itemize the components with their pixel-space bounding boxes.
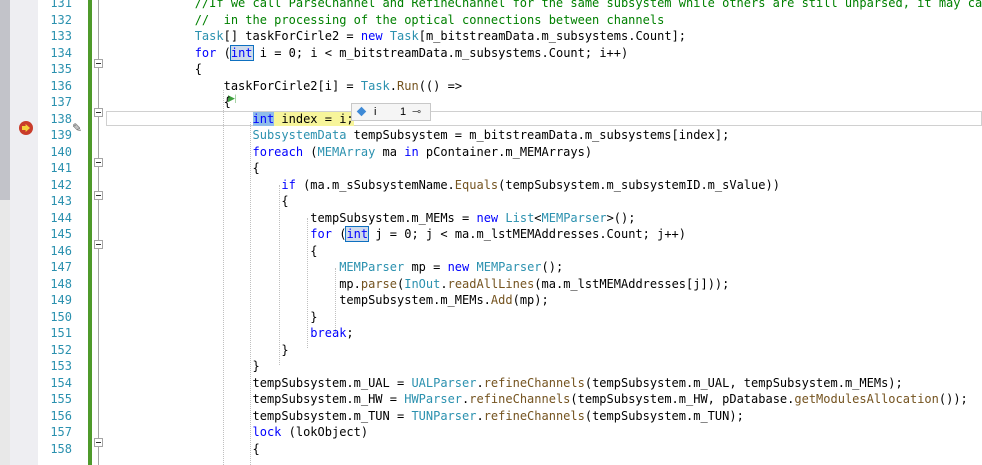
line-number: 136: [50, 78, 72, 93]
code-line-158[interactable]: 158 {: [0, 441, 982, 458]
line-number: 157: [50, 425, 72, 439]
code-text[interactable]: tempSubsystem.m_TUN = TUNParser.refineCh…: [108, 408, 743, 425]
code-text[interactable]: MEMParser mp = new MEMParser();: [108, 259, 563, 276]
code-line-155[interactable]: 155 tempSubsystem.m_HW = HWParser.refine…: [0, 391, 982, 408]
datatip-value[interactable]: 1: [400, 106, 406, 118]
code-text[interactable]: for (int i = 0; i < m_bitstreamData.m_su…: [108, 44, 628, 62]
code-line-137[interactable]: 137 {: [0, 94, 982, 111]
line-number: 155: [50, 392, 72, 406]
line-number: 147: [50, 260, 72, 274]
line-number: 134: [50, 45, 72, 60]
code-text[interactable]: int index = i;: [108, 111, 354, 128]
code-text[interactable]: }: [108, 342, 288, 359]
line-number: 146: [50, 243, 72, 258]
code-line-144[interactable]: 144 tempSubsystem.m_MEMs = new List<MEMP…: [0, 210, 982, 227]
code-text[interactable]: tempSubsystem.m_MEMs.Add(mp);: [108, 292, 549, 309]
line-number: 151: [50, 326, 72, 340]
code-line-145[interactable]: 145 for (int j = 0; j < ma.m_lstMEMAddre…: [0, 226, 982, 243]
line-number: 153: [50, 359, 72, 373]
code-text[interactable]: {: [108, 441, 259, 458]
line-number: 138: [50, 111, 72, 126]
line-number: 149: [50, 293, 72, 307]
code-text[interactable]: SubsystemData tempSubsystem = m_bitstrea…: [108, 127, 730, 144]
code-line-156[interactable]: 156 tempSubsystem.m_TUN = TUNParser.refi…: [0, 408, 982, 425]
line-number: 141: [50, 161, 72, 175]
code-line-135[interactable]: 135 {: [0, 61, 982, 78]
datatip-name: i: [374, 106, 377, 118]
code-line-152[interactable]: 152 }: [0, 342, 982, 359]
code-text[interactable]: foreach (MEMArray ma in pContainer.m_MEM…: [108, 144, 593, 161]
code-line-141[interactable]: 141 {: [0, 160, 982, 177]
code-line-139[interactable]: 139 SubsystemData tempSubsystem = m_bits…: [0, 127, 982, 144]
code-line-157[interactable]: 157 lock (lokObject): [0, 424, 982, 441]
pin-icon[interactable]: ⊸: [412, 105, 421, 118]
line-number: 156: [50, 408, 72, 423]
line-number: 144: [50, 210, 72, 225]
code-line-148[interactable]: 148 mp.parse(InOut.readAllLines(ma.m_lst…: [0, 276, 982, 293]
line-number: 152: [50, 342, 72, 357]
line-number: 140: [50, 144, 72, 159]
code-line-151[interactable]: 151 break;: [0, 325, 982, 342]
code-text[interactable]: {: [108, 243, 317, 260]
code-text[interactable]: tempSubsystem.m_UAL = UALParser.refineCh…: [108, 375, 902, 392]
code-text[interactable]: tempSubsystem.m_HW = HWParser.refineChan…: [108, 391, 967, 408]
code-line-136[interactable]: 136 taskForCirle2[i] = Task.Run(() =>: [0, 78, 982, 95]
variable-icon: [356, 106, 367, 117]
line-number: 154: [50, 375, 72, 390]
code-text[interactable]: {: [108, 193, 288, 210]
code-line-146[interactable]: 146 {: [0, 243, 982, 260]
code-line-143[interactable]: 143 {: [0, 193, 982, 210]
line-number: 139: [50, 128, 72, 142]
code-line-140[interactable]: 140 foreach (MEMArray ma in pContainer.m…: [0, 144, 982, 161]
code-line-142[interactable]: 142 if (ma.m_sSubsystemName.Equals(tempS…: [0, 177, 982, 194]
line-number: 145: [50, 227, 72, 241]
code-line-138[interactable]: 138 int index = i;: [0, 110, 982, 128]
code-text[interactable]: break;: [108, 325, 353, 342]
code-line-132[interactable]: 132 // in the processing of the optical …: [0, 12, 982, 29]
line-number: 137: [50, 95, 72, 109]
code-editor[interactable]: ✎ ▶︎| 131 //If we call ParseChannel and …: [0, 0, 982, 465]
code-text[interactable]: for (int j = 0; j < ma.m_lstMEMAddresses…: [108, 226, 686, 243]
code-text[interactable]: {: [108, 61, 202, 78]
code-text[interactable]: //If we call ParseChannel and RefineChan…: [108, 0, 982, 12]
code-line-153[interactable]: 153 }: [0, 358, 982, 375]
code-text[interactable]: {: [108, 94, 231, 111]
code-text[interactable]: mp.parse(InOut.readAllLines(ma.m_lstMEMA…: [108, 276, 729, 293]
code-text[interactable]: }: [108, 309, 317, 326]
code-text[interactable]: Task[] taskForCirle2 = new Task[m_bitstr…: [108, 28, 686, 45]
code-line-131[interactable]: 131 //If we call ParseChannel and Refine…: [0, 0, 982, 12]
code-line-134[interactable]: 134 for (int i = 0; i < m_bitstreamData.…: [0, 44, 982, 62]
code-text[interactable]: tempSubsystem.m_MEMs = new List<MEMParse…: [108, 210, 635, 227]
line-number: 148: [50, 276, 72, 291]
code-line-133[interactable]: 133 Task[] taskForCirle2 = new Task[m_bi…: [0, 28, 982, 45]
line-number: 131: [50, 0, 72, 10]
datatip[interactable]: i 1 ⊸: [351, 103, 431, 121]
line-number: 135: [50, 62, 72, 76]
code-lines: 131 //If we call ParseChannel and Refine…: [0, 0, 982, 457]
code-line-150[interactable]: 150 }: [0, 309, 982, 326]
line-number: 150: [50, 309, 72, 324]
line-number: 132: [50, 12, 72, 27]
code-text[interactable]: lock (lokObject): [108, 424, 369, 441]
code-text[interactable]: }: [108, 358, 259, 375]
code-text[interactable]: {: [108, 160, 259, 177]
line-number: 133: [50, 29, 72, 43]
code-text[interactable]: if (ma.m_sSubsystemName.Equals(tempSubsy…: [108, 177, 780, 194]
code-text[interactable]: taskForCirle2[i] = Task.Run(() =>: [108, 78, 462, 95]
line-number: 143: [50, 194, 72, 208]
line-number: 158: [50, 441, 72, 456]
code-text[interactable]: // in the processing of the optical conn…: [108, 12, 665, 29]
code-line-147[interactable]: 147 MEMParser mp = new MEMParser();: [0, 259, 982, 276]
line-number: 142: [50, 177, 72, 192]
code-line-149[interactable]: 149 tempSubsystem.m_MEMs.Add(mp);: [0, 292, 982, 309]
code-line-154[interactable]: 154 tempSubsystem.m_UAL = UALParser.refi…: [0, 375, 982, 392]
